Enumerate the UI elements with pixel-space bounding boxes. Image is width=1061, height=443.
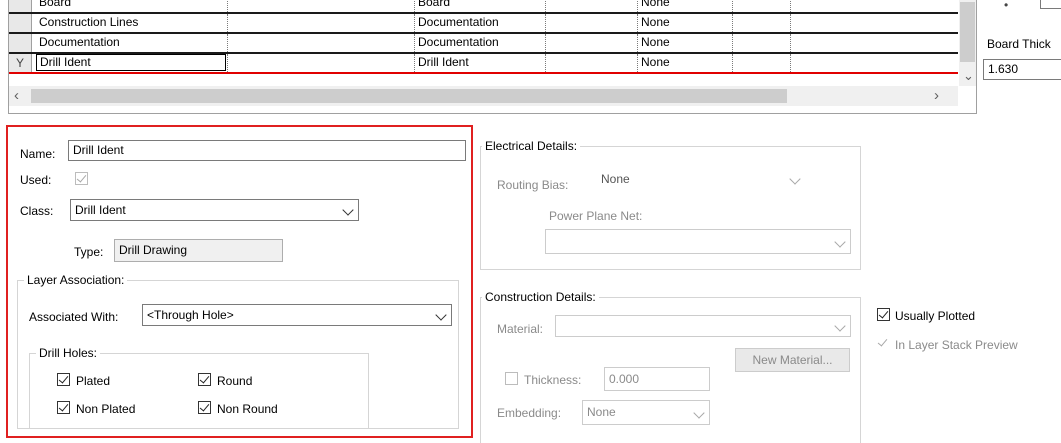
cell-divider (545, 54, 546, 72)
cell-divider (790, 34, 791, 52)
associated-with-value: <Through Hole> (147, 308, 234, 322)
layer-association-title: Layer Association: (24, 273, 128, 287)
row-header-current[interactable]: Y (9, 54, 32, 72)
row-header[interactable] (9, 14, 32, 32)
chevron-down-icon (834, 236, 846, 248)
cell-class[interactable]: Documentation (415, 14, 543, 32)
cell-plane[interactable]: None (638, 14, 728, 32)
name-input[interactable]: Drill Ident (68, 140, 466, 161)
construction-details-title: Construction Details: (482, 290, 599, 304)
routing-bias-value: None (601, 172, 630, 186)
non-plated-label[interactable]: Non Plated (76, 402, 135, 416)
material-dropdown[interactable] (555, 315, 851, 337)
row-header[interactable] (9, 34, 32, 52)
class-dropdown[interactable]: Drill Ident (70, 199, 359, 221)
cell-divider (227, 0, 228, 12)
layers-grid[interactable]: Board Board None Construction Lines Docu… (8, 0, 977, 114)
non-round-checkbox[interactable] (198, 401, 211, 414)
name-label: Name: (20, 147, 56, 161)
scroll-left-icon[interactable]: ‹ (14, 87, 19, 104)
cell-class[interactable]: Documentation (415, 34, 543, 52)
cell-divider (790, 14, 791, 32)
plated-checkbox[interactable] (57, 373, 70, 386)
round-checkbox[interactable] (198, 373, 211, 386)
usually-plotted-label[interactable]: Usually Plotted (895, 309, 975, 323)
cell-divider (732, 0, 733, 12)
thickness-label: Thickness: (524, 373, 582, 387)
cell-divider (732, 54, 733, 72)
cell-class[interactable]: Board (415, 0, 543, 12)
cell-divider (732, 34, 733, 52)
embedding-value: None (587, 405, 616, 419)
chevron-down-icon (693, 407, 705, 419)
cell-class[interactable]: Drill Ident (415, 54, 543, 72)
thickness-checkbox[interactable] (505, 372, 518, 385)
embedding-label: Embedding: (497, 406, 562, 420)
board-thickness-label: Board Thick (987, 37, 1051, 51)
routing-bias-label: Routing Bias: (497, 178, 569, 192)
chevron-down-icon (789, 173, 801, 185)
plated-label[interactable]: Plated (76, 374, 110, 388)
class-dropdown-value: Drill Ident (75, 203, 126, 217)
cell-plane[interactable]: None (638, 0, 728, 12)
material-label: Material: (497, 322, 544, 336)
cell-divider (545, 14, 546, 32)
used-label: Used: (20, 173, 52, 187)
cell-layer-name[interactable]: Board (36, 0, 226, 12)
type-field: Drill Drawing (114, 239, 283, 262)
power-plane-net-label: Power Plane Net: (549, 209, 643, 223)
horizontal-scrollbar[interactable]: ‹ › (9, 86, 958, 106)
non-round-label[interactable]: Non Round (217, 402, 278, 416)
non-plated-checkbox[interactable] (57, 401, 70, 414)
cell-divider (227, 14, 228, 32)
drill-holes-title: Drill Holes: (36, 346, 101, 360)
chevron-down-icon (342, 204, 354, 216)
usually-plotted-checkbox[interactable] (877, 308, 890, 321)
cell-divider (227, 54, 228, 72)
in-layer-stack-checkbox[interactable] (877, 336, 890, 350)
type-label: Type: (74, 245, 104, 259)
table-row-selected[interactable]: Y Drill Ident Drill Ident None (9, 54, 958, 74)
row-header[interactable] (9, 0, 32, 12)
thickness-input[interactable]: 0.000 (604, 367, 710, 391)
cell-divider (790, 54, 791, 72)
table-row[interactable]: Documentation Documentation None (9, 34, 958, 54)
routing-bias-dropdown[interactable]: None (597, 169, 805, 191)
chevron-down-icon (435, 309, 447, 321)
used-checkbox[interactable] (75, 172, 88, 185)
drill-holes-group: Drill Holes: (29, 346, 369, 429)
partial-icon: • (1004, 0, 1009, 12)
vertical-scrollbar[interactable]: ⌄ (959, 0, 976, 86)
cell-plane[interactable]: None (638, 34, 728, 52)
cell-divider (545, 34, 546, 52)
associated-with-label: Associated With: (29, 310, 119, 324)
scroll-down-icon[interactable]: ⌄ (963, 68, 974, 84)
class-label: Class: (20, 204, 54, 218)
cell-layer-name[interactable]: Construction Lines (36, 14, 226, 32)
cell-divider (732, 14, 733, 32)
chevron-down-icon (834, 320, 846, 332)
round-label[interactable]: Round (217, 374, 252, 388)
cell-divider (545, 0, 546, 12)
embedding-dropdown[interactable]: None (582, 400, 710, 425)
partial-control[interactable] (1040, 0, 1061, 9)
vertical-scroll-thumb[interactable] (960, 2, 975, 62)
power-plane-net-dropdown[interactable] (545, 229, 851, 254)
scroll-right-icon[interactable]: › (934, 87, 939, 104)
cell-layer-name[interactable]: Documentation (36, 34, 226, 52)
table-row[interactable]: Construction Lines Documentation None (9, 14, 958, 34)
cell-divider (790, 0, 791, 12)
in-layer-stack-label[interactable]: In Layer Stack Preview (895, 338, 1018, 352)
table-row[interactable]: Board Board None (9, 0, 958, 14)
electrical-details-title: Electrical Details: (482, 139, 581, 153)
cell-divider (227, 34, 228, 52)
cell-layer-name-editing[interactable]: Drill Ident (36, 54, 226, 71)
horizontal-scroll-thumb[interactable] (31, 89, 787, 103)
associated-with-dropdown[interactable]: <Through Hole> (142, 304, 452, 326)
board-thickness-field[interactable]: 1.630 (983, 59, 1061, 80)
new-material-button[interactable]: New Material... (735, 348, 850, 372)
cell-plane[interactable]: None (638, 54, 728, 72)
